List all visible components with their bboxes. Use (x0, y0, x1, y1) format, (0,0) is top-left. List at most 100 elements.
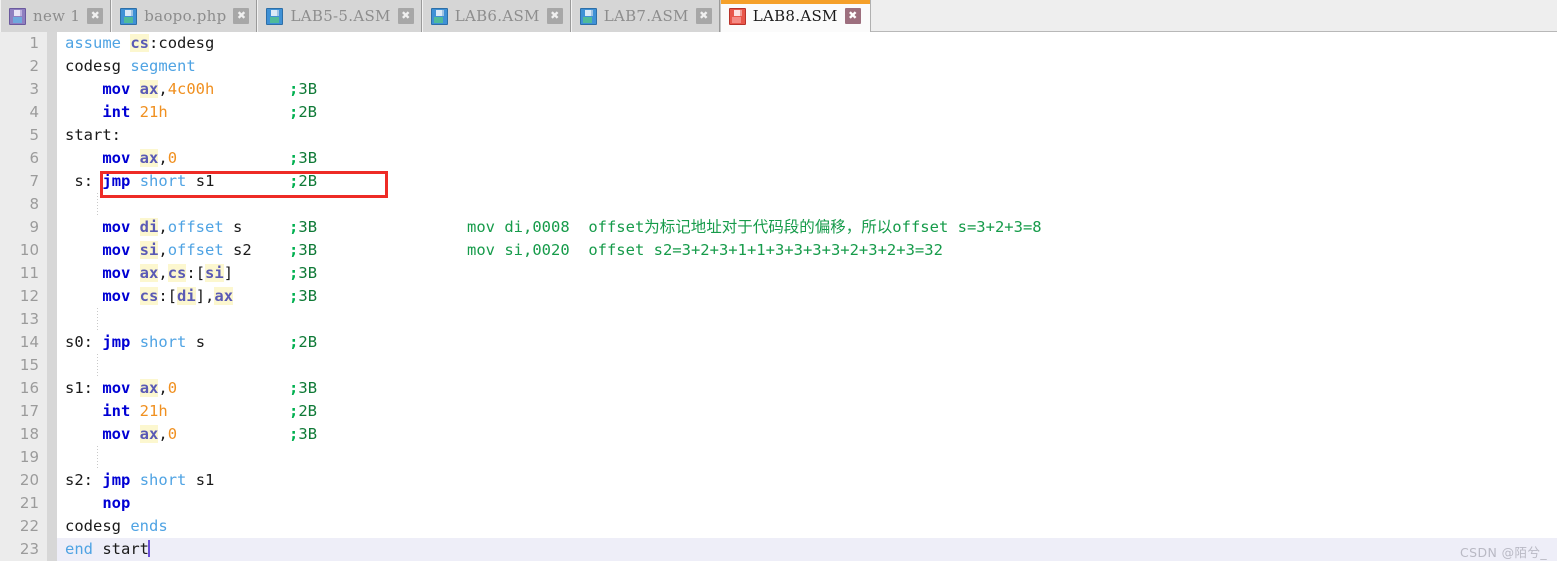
code-editor[interactable]: 1 assume cs:codesg 2 codesg segment 3 mov ax… (0, 32, 1557, 566)
code-line[interactable]: 13 (0, 308, 1557, 331)
editor-tab-label: baopo.php (144, 7, 227, 25)
editor-tab-label: LAB8.ASM (752, 7, 838, 25)
gutter-divider (47, 492, 57, 515)
gutter-divider (47, 308, 57, 331)
gutter-divider (47, 193, 57, 216)
gutter-divider (47, 239, 57, 262)
gutter-divider (47, 354, 57, 377)
code-line[interactable]: 7 s: jmp short s1 ;2B (0, 170, 1557, 193)
code-line[interactable]: 12 mov cs:[di],ax ;3B (0, 285, 1557, 308)
code-line-text (57, 308, 1557, 331)
code-line-text: mov cs:[di],ax ;3B (102, 287, 318, 305)
code-line-text (57, 446, 1557, 469)
gutter-divider (47, 78, 57, 101)
gutter-divider (47, 101, 57, 124)
code-line-text: s1: mov ax,0 ;3B (65, 379, 318, 397)
editor-tab-lab5-5-asm[interactable]: LAB5-5.ASM ✖ (257, 0, 422, 32)
code-line-text: codesg segment (65, 57, 196, 75)
code-line[interactable]: 23 end start (0, 538, 1557, 561)
indent-guide (97, 308, 98, 331)
indent-guide (97, 354, 98, 377)
indent-guide (97, 446, 98, 469)
line-number: 4 (0, 101, 47, 124)
code-line-text: s: jmp short s1 ;2B (74, 172, 318, 190)
line-number: 8 (0, 193, 47, 216)
line-number: 12 (0, 285, 47, 308)
line-number: 15 (0, 354, 47, 377)
line-number: 2 (0, 55, 47, 78)
code-line[interactable]: 10 mov si,offset s2 ;3B mov si,0020 offse… (0, 239, 1557, 262)
code-line-text: mov ax,0 ;3B (102, 425, 318, 443)
code-line-text (57, 354, 1557, 377)
code-line[interactable]: 3 mov ax,4c00h ;3B (0, 78, 1557, 101)
code-line[interactable]: 21 nop (0, 492, 1557, 515)
editor-tab-lab6-asm[interactable]: LAB6.ASM ✖ (421, 0, 571, 32)
code-line-text: s0: jmp short s ;2B (65, 333, 318, 351)
code-line[interactable]: 5 start: (0, 124, 1557, 147)
editor-tab-lab8-asm[interactable]: LAB8.ASM ✖ (719, 0, 871, 32)
code-line[interactable]: 22 codesg ends (0, 515, 1557, 538)
code-line-text: mov si,offset s2 ;3B mov si,0020 offset s… (57, 239, 1557, 262)
code-line[interactable]: 15 (0, 354, 1557, 377)
close-icon[interactable]: ✖ (695, 8, 712, 24)
code-line-text: mov ax,4c00h ;3B (102, 80, 318, 98)
close-icon[interactable]: ✖ (397, 8, 414, 24)
floppy-disk-icon (120, 7, 138, 25)
gutter-divider (47, 538, 57, 561)
csdn-watermark: CSDN @陌兮_ (1460, 545, 1547, 560)
editor-tab-new-1[interactable]: new 1 ✖ (0, 0, 112, 32)
code-line[interactable]: 8 (0, 193, 1557, 216)
code-line-text: mov ax,cs:[si] ;3B (102, 264, 318, 282)
code-line[interactable]: 14 s0: jmp short s ;2B (0, 331, 1557, 354)
code-line[interactable]: 11 mov ax,cs:[si] ;3B (0, 262, 1557, 285)
code-annotation: mov si,0020 offset s2=3+2+3+1+1+3+3+3+3+… (467, 241, 943, 259)
editor-tab-label: LAB6.ASM (454, 7, 540, 25)
line-number: 17 (0, 400, 47, 423)
gutter-divider (47, 124, 57, 147)
text-caret (148, 540, 151, 557)
floppy-disk-icon (266, 7, 284, 25)
gutter-divider (47, 216, 57, 239)
line-number: 9 (0, 216, 47, 239)
code-line[interactable]: 17 int 21h ;2B (0, 400, 1557, 423)
editor-tab-lab7-asm[interactable]: LAB7.ASM ✖ (570, 0, 720, 32)
line-number: 1 (0, 32, 47, 55)
line-number: 20 (0, 469, 47, 492)
gutter-divider (47, 262, 57, 285)
editor-tab-label: LAB7.ASM (603, 7, 689, 25)
code-line[interactable]: 1 assume cs:codesg (0, 32, 1557, 55)
code-annotation: mov di,0008 offset为标记地址对于代码段的偏移，所以offset… (467, 218, 1042, 236)
code-line[interactable]: 2 codesg segment (0, 55, 1557, 78)
close-icon[interactable]: ✖ (546, 8, 563, 24)
line-number: 18 (0, 423, 47, 446)
code-line[interactable]: 9 mov di,offset s ;3B mov di,0008 offset为… (0, 216, 1557, 239)
code-line-text: nop (102, 494, 131, 512)
close-icon[interactable]: ✖ (233, 8, 250, 24)
line-number: 19 (0, 446, 47, 469)
gutter-divider (47, 55, 57, 78)
code-line[interactable]: 19 (0, 446, 1557, 469)
line-number: 13 (0, 308, 47, 331)
code-line[interactable]: 20 s2: jmp short s1 (0, 469, 1557, 492)
gutter-divider (47, 285, 57, 308)
gutter-divider (47, 446, 57, 469)
gutter-divider (47, 515, 57, 538)
gutter-divider (47, 331, 57, 354)
code-line[interactable]: 16 s1: mov ax,0 ;3B (0, 377, 1557, 400)
code-line[interactable]: 18 mov ax,0 ;3B (0, 423, 1557, 446)
code-line[interactable]: 4 int 21h ;2B (0, 101, 1557, 124)
floppy-disk-icon (9, 7, 26, 25)
gutter-divider (47, 469, 57, 492)
editor-tab-baopo-php[interactable]: baopo.php ✖ (111, 0, 258, 32)
line-number: 5 (0, 124, 47, 147)
gutter-divider (47, 32, 57, 55)
code-line-text: start: (65, 126, 122, 144)
line-number: 10 (0, 239, 47, 262)
code-line[interactable]: 6 mov ax,0 ;3B (0, 147, 1557, 170)
close-icon[interactable]: ✖ (87, 8, 104, 24)
close-icon[interactable]: ✖ (844, 8, 861, 24)
editor-tab-bar: new 1 ✖ baopo.php ✖ LAB5-5.ASM ✖ LAB6.ASM ✖ LAB7… (0, 0, 1557, 32)
code-line-text: s2: jmp short s1 (65, 471, 215, 489)
line-number: 6 (0, 147, 47, 170)
code-line-text: int 21h ;2B (102, 402, 318, 420)
